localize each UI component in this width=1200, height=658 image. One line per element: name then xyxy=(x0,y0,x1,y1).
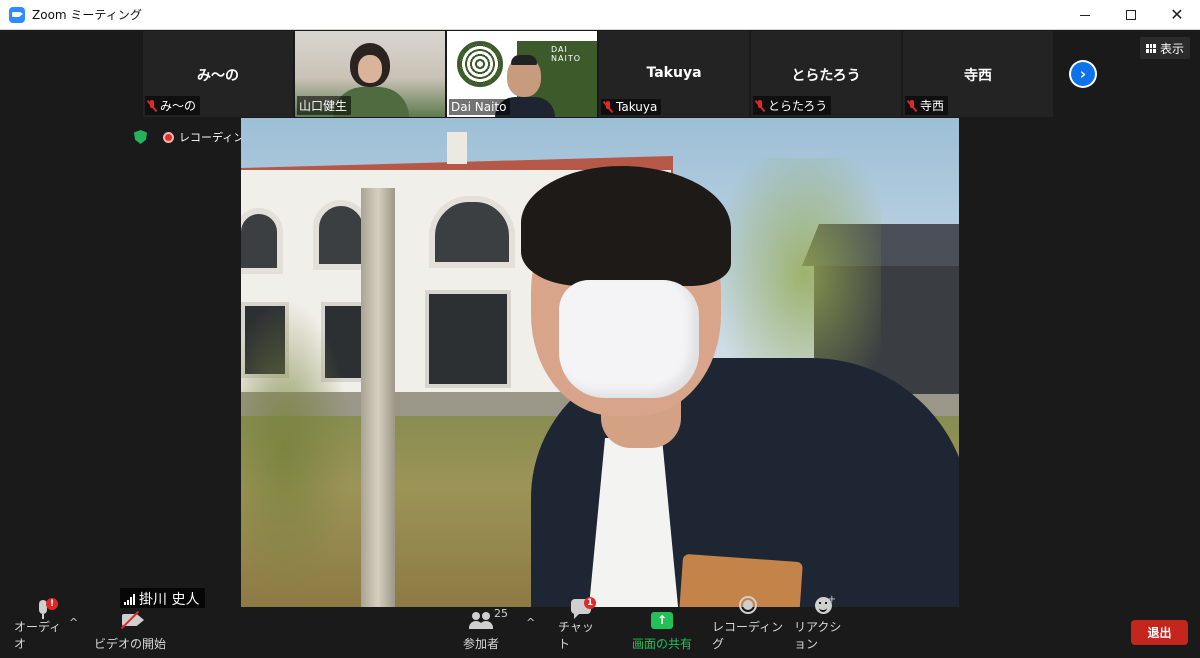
participant-tile-teranishi[interactable]: 寺西 寺西 xyxy=(903,31,1053,117)
participant-label-text: み〜の xyxy=(160,99,197,113)
participants-icon xyxy=(468,611,494,629)
participant-label: とらたろう xyxy=(753,96,832,115)
participant-tile-mino[interactable]: み〜の み〜の xyxy=(143,31,293,117)
start-video-label: ビデオの開始 xyxy=(94,637,167,651)
muted-mic-icon xyxy=(906,99,918,112)
record-icon xyxy=(739,596,757,614)
participants-label: 参加者 xyxy=(462,637,499,651)
participant-label: み〜の xyxy=(145,96,201,115)
shield-icon[interactable] xyxy=(134,130,147,144)
view-button-label: 表示 xyxy=(1160,41,1185,56)
start-video-button[interactable]: ビデオの開始 xyxy=(94,608,166,658)
chat-label: チャット xyxy=(558,620,594,651)
unread-badge: 1 xyxy=(584,597,596,609)
participant-video xyxy=(507,55,541,97)
participant-label-text: Takuya xyxy=(616,100,658,114)
muted-mic-icon xyxy=(146,99,158,112)
participant-video xyxy=(350,43,390,87)
participant-label-text: とらたろう xyxy=(768,99,828,113)
minimize-button[interactable] xyxy=(1062,0,1108,30)
participant-tile-yamaguchi[interactable]: 山口健生 xyxy=(295,31,445,117)
recording-label: レコーディング中 xyxy=(179,131,241,144)
close-button[interactable]: ✕ xyxy=(1154,0,1200,30)
maximize-button[interactable] xyxy=(1108,0,1154,30)
participant-label-text: 山口健生 xyxy=(299,99,348,113)
participant-display-name: み〜の xyxy=(197,68,239,84)
participant-label: 山口健生 xyxy=(297,96,352,115)
zoom-app-icon xyxy=(9,6,25,23)
participant-label-text: Dai Naito xyxy=(451,100,507,114)
leave-meeting-button[interactable]: 退出 xyxy=(1131,620,1188,645)
participant-label: Takuya xyxy=(601,99,662,115)
grape-seal-logo xyxy=(457,41,503,87)
audio-button[interactable]: ! オーディオ xyxy=(14,598,72,658)
record-label: レコーディング xyxy=(712,620,784,651)
participants-options-caret[interactable]: ^ xyxy=(526,616,535,629)
close-icon: ✕ xyxy=(1170,5,1184,24)
maximize-icon xyxy=(1126,10,1136,20)
participants-count: 25 xyxy=(494,607,508,620)
participant-display-name: とらたろう xyxy=(791,68,861,84)
slide-title: DAI NAITO xyxy=(551,45,581,63)
title-bar: Zoom ミーティング ✕ xyxy=(0,0,1200,30)
participant-tile-takuya[interactable]: Takuya Takuya xyxy=(599,31,749,117)
participant-label: 寺西 xyxy=(905,96,949,115)
reactions-button[interactable]: + リアクション xyxy=(794,594,852,658)
grid-icon xyxy=(1146,43,1156,53)
signal-icon xyxy=(124,593,135,605)
meeting-toolbar: ! オーディオ ^ ビデオの開始 25 参加者 ^ 1 チャット ↑ 画面の共有 xyxy=(0,594,1200,658)
participant-strip: み〜の み〜の 山口健生 DAI NAITO Dai Naito Takuya … xyxy=(143,31,1053,117)
participant-label: Dai Naito xyxy=(449,99,511,115)
participants-button[interactable]: 25 参加者 xyxy=(458,607,508,658)
participant-tile-dai-naito[interactable]: DAI NAITO Dai Naito xyxy=(447,31,597,117)
view-button[interactable]: 表示 xyxy=(1140,37,1191,59)
chevron-right-icon: › xyxy=(1071,62,1095,86)
alert-badge: ! xyxy=(46,598,58,610)
add-reaction-icon: + xyxy=(827,594,836,605)
minimize-icon xyxy=(1080,14,1090,16)
participant-tile-toratarou[interactable]: とらたろう とらたろう xyxy=(751,31,901,117)
record-dot-icon xyxy=(163,131,174,143)
participant-display-name: 寺西 xyxy=(964,68,992,84)
speaker-name: 掛川 史人 xyxy=(139,592,200,608)
audio-options-caret[interactable]: ^ xyxy=(69,616,78,629)
chat-button[interactable]: 1 チャット xyxy=(558,597,604,658)
record-button[interactable]: レコーディング xyxy=(712,596,784,658)
face-mask xyxy=(559,280,699,398)
main-speaker-video[interactable] xyxy=(241,118,959,607)
speaker-name-label: 掛川 史人 xyxy=(120,588,206,610)
share-screen-icon: ↑ xyxy=(651,611,673,629)
window-title: Zoom ミーティング xyxy=(32,8,142,22)
share-screen-label: 画面の共有 xyxy=(631,637,692,651)
muted-mic-icon xyxy=(754,99,766,112)
next-page-button[interactable]: › xyxy=(1069,60,1097,88)
reactions-label: リアクション xyxy=(794,620,842,651)
participant-label-text: 寺西 xyxy=(920,99,945,113)
audio-label: オーディオ xyxy=(14,620,62,651)
participant-display-name: Takuya xyxy=(646,65,702,81)
recording-indicator[interactable]: レコーディング中 xyxy=(163,129,241,145)
share-screen-button[interactable]: ↑ 画面の共有 xyxy=(628,608,696,658)
muted-mic-icon xyxy=(602,100,614,114)
